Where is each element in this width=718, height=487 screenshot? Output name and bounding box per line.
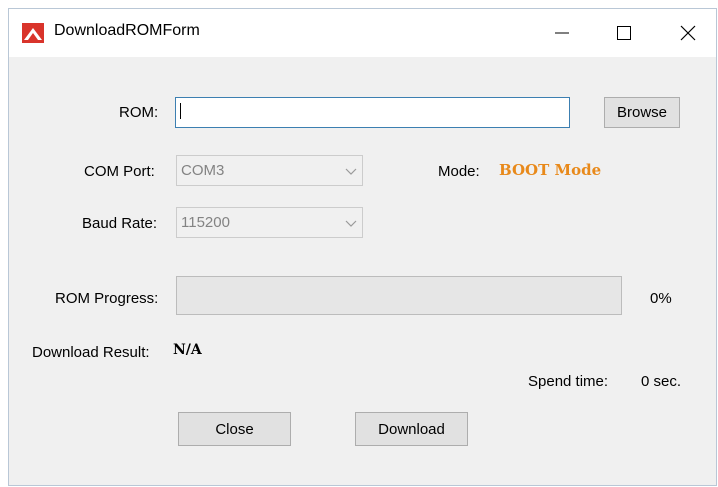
maximize-button[interactable] xyxy=(601,9,647,57)
com-port-select[interactable]: COM3 xyxy=(176,155,363,186)
title-bar: DownloadROMForm xyxy=(9,9,716,57)
com-port-label: COM Port: xyxy=(84,163,155,180)
mode-label: Mode: xyxy=(438,163,480,180)
minimize-button[interactable] xyxy=(539,9,585,57)
rom-progress-bar xyxy=(176,276,622,315)
download-button-label: Download xyxy=(378,420,445,438)
close-button[interactable]: Close xyxy=(178,412,291,446)
minimize-icon xyxy=(555,32,569,34)
download-result-value: N/A xyxy=(173,342,202,358)
rom-progress-label: ROM Progress: xyxy=(55,290,159,307)
spend-time-value: 0 sec. xyxy=(641,373,682,390)
browse-button-label: Browse xyxy=(616,104,668,121)
spend-time-label: Spend time: xyxy=(528,373,609,390)
text-caret xyxy=(180,103,181,119)
browse-button[interactable]: Browse xyxy=(604,97,680,128)
maximize-icon xyxy=(617,26,631,40)
app-icon xyxy=(22,23,44,43)
baud-rate-value: 115200 xyxy=(181,214,230,231)
baud-rate-select[interactable]: 115200 xyxy=(176,207,363,238)
chevron-down-icon xyxy=(345,220,357,227)
close-window-button[interactable] xyxy=(665,9,711,57)
com-port-value: COM3 xyxy=(181,162,225,179)
download-result-label: Download Result: xyxy=(32,344,150,361)
download-rom-window: DownloadROMForm ROM: Browse COM Port: CO… xyxy=(8,8,717,486)
rom-label: ROM: xyxy=(119,104,159,121)
mode-value: BOOT Mode xyxy=(499,161,602,179)
close-icon xyxy=(680,25,696,41)
close-button-label: Close xyxy=(215,420,254,438)
chevron-down-icon xyxy=(345,168,357,175)
baud-rate-label: Baud Rate: xyxy=(82,215,158,232)
window-title: DownloadROMForm xyxy=(54,22,200,39)
download-button[interactable]: Download xyxy=(355,412,468,446)
rom-progress-percent: 0% xyxy=(650,290,672,307)
rom-path-input[interactable] xyxy=(175,97,570,128)
